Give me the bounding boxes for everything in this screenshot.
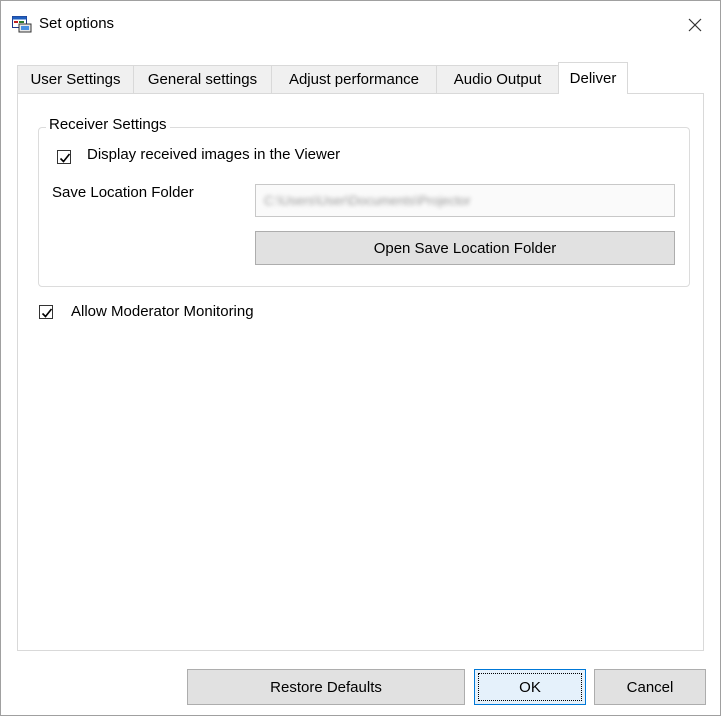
- tab-audio-output[interactable]: Audio Output: [436, 65, 559, 93]
- app-window-icon: [12, 15, 32, 33]
- restore-defaults-button[interactable]: Restore Defaults: [187, 669, 465, 705]
- save-location-label: Save Location Folder: [52, 184, 194, 201]
- close-icon[interactable]: [681, 11, 709, 39]
- cancel-button[interactable]: Cancel: [594, 669, 706, 705]
- deliver-tab-page: Display received images in the Viewer Sa…: [17, 93, 704, 651]
- allow-moderator-monitoring-checkbox[interactable]: [39, 305, 53, 319]
- open-save-location-folder-button[interactable]: Open Save Location Folder: [255, 231, 675, 265]
- set-options-dialog: Set options User Settings General settin…: [0, 0, 721, 716]
- tab-strip: User Settings General settings Adjust pe…: [17, 62, 717, 94]
- title-bar: Set options: [1, 1, 720, 49]
- button-label: Cancel: [626, 678, 674, 696]
- tab-general-settings[interactable]: General settings: [133, 65, 272, 93]
- tab-label: General settings: [147, 71, 258, 88]
- tab-adjust-performance[interactable]: Adjust performance: [271, 65, 437, 93]
- save-location-value: C:\Users\User\Documents\Projector: [264, 193, 471, 208]
- receiver-settings-group-label: Receiver Settings: [46, 116, 170, 133]
- ok-button[interactable]: OK: [474, 669, 586, 705]
- tab-label: User Settings: [30, 71, 121, 88]
- focus-rectangle: [478, 673, 582, 701]
- button-label: Open Save Location Folder: [373, 239, 557, 257]
- tab-deliver[interactable]: Deliver: [558, 62, 628, 94]
- tab-user-settings[interactable]: User Settings: [17, 65, 134, 93]
- checkmark-icon: [41, 308, 53, 318]
- tab-label: Audio Output: [453, 71, 542, 88]
- tab-label: Adjust performance: [288, 71, 420, 88]
- checkmark-icon: [59, 153, 71, 163]
- window-title: Set options: [39, 15, 115, 32]
- allow-moderator-monitoring-label: Allow Moderator Monitoring: [71, 303, 254, 320]
- display-received-images-checkbox[interactable]: [57, 150, 71, 164]
- display-received-images-label: Display received images in the Viewer: [87, 146, 341, 163]
- button-label: Restore Defaults: [270, 678, 382, 696]
- tab-label: Deliver: [569, 70, 617, 87]
- save-location-field[interactable]: C:\Users\User\Documents\Projector: [255, 184, 675, 217]
